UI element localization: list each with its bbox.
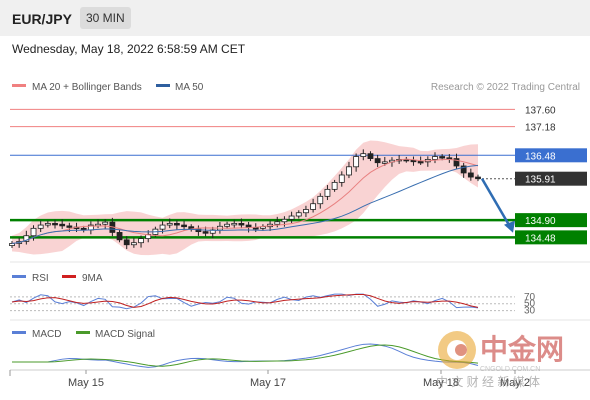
ma50-legend-label: MA 50 [175, 82, 204, 93]
candle-body [346, 166, 352, 176]
watermark-logo-dot [455, 344, 467, 356]
candle-body [138, 238, 144, 244]
candle-body [475, 176, 481, 180]
candle-body [238, 223, 245, 226]
candle-body [66, 225, 73, 228]
price-level-labels: 137.60 137.18 136.48 135.91 134.90 134.48 [515, 102, 587, 245]
cngold-watermark: 中金网 CNGOLD.COM.CN 中 文 财 经 新 媒 体 [436, 331, 564, 389]
level-label-1: 137.18 [525, 123, 556, 134]
candle-body [439, 156, 446, 159]
macd-signal-legend-swatch [76, 331, 90, 334]
rsi-ma-legend-label: 9MA [82, 273, 103, 284]
candle-body [9, 243, 15, 246]
ma20-legend-swatch [12, 84, 26, 87]
candle-body [274, 221, 281, 225]
rsi-ma-line [11, 293, 479, 308]
ma20-legend-label: MA 20 + Bollinger Bands [32, 82, 142, 93]
macd-plot [12, 343, 479, 368]
candle-body [173, 223, 180, 226]
x-tick-label-0: May 15 [68, 377, 104, 389]
candle-body [417, 161, 424, 164]
candle-body [338, 174, 345, 183]
candle-body [281, 218, 288, 223]
candle-body [295, 212, 302, 217]
watermark-url: CNGOLD.COM.CN [480, 366, 540, 373]
candle-body [159, 224, 166, 230]
rsi-legend-swatch [12, 275, 26, 278]
candle-body [360, 153, 367, 157]
macd-signal-legend-label: MACD Signal [95, 329, 155, 340]
candle-body [130, 242, 137, 246]
ma50-legend-swatch [156, 84, 170, 87]
candle-body [166, 223, 173, 226]
candle-body [310, 203, 317, 210]
level-label-0: 137.60 [525, 105, 556, 116]
candle-body [303, 209, 309, 214]
rsi-legend-label: RSI [32, 273, 49, 284]
candle-body [116, 232, 123, 241]
candle-body [181, 224, 187, 228]
candle-body [44, 223, 51, 226]
candle-body [231, 223, 238, 226]
level-label-4: 134.90 [525, 216, 556, 227]
candle-body [324, 188, 331, 197]
watermark-subtitle: 中 文 财 经 新 媒 体 [436, 374, 540, 389]
price-chart: MA 20 + Bollinger Bands MA 50 Research ©… [9, 82, 590, 389]
level-label-5: 134.48 [525, 233, 556, 244]
candle-body [353, 156, 360, 168]
candle-body [467, 172, 474, 178]
candle-body [317, 195, 324, 205]
candle-body [381, 161, 388, 164]
rsi-plot: 705030 [10, 292, 536, 317]
candle-body [224, 223, 230, 227]
candle-body [432, 156, 438, 160]
candle-body [59, 223, 66, 227]
candle-body [331, 181, 338, 190]
rsi-level-label-2: 30 [524, 306, 536, 317]
credit-text: Research © 2022 Trading Central [431, 82, 580, 93]
macd-legend-swatch [12, 331, 26, 334]
candle-body [52, 223, 58, 226]
candle-body [30, 227, 37, 237]
macd-line [12, 343, 479, 368]
forecast-arrow-head [504, 220, 515, 233]
macd-legend-label: MACD [32, 329, 61, 340]
rsi-ma-legend-swatch [62, 275, 76, 278]
level-label-2: 136.48 [525, 151, 556, 162]
candle-body [374, 158, 381, 164]
forecast-arrow [480, 178, 515, 233]
x-tick-label-1: May 17 [250, 377, 286, 389]
candle-body [123, 239, 130, 246]
level-label-3: 135.91 [525, 175, 556, 186]
candle-body [367, 153, 374, 159]
candle-body [102, 221, 109, 225]
watermark-title: 中金网 [480, 333, 564, 365]
candle-body [288, 215, 295, 220]
rsi-line [11, 293, 479, 310]
candle-body [37, 224, 44, 229]
candle-body [202, 231, 209, 234]
